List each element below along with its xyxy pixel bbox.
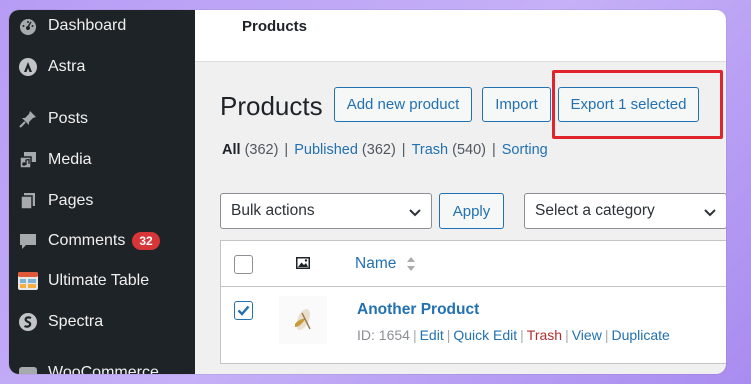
add-new-product-button[interactable]: Add new product (334, 87, 472, 122)
sidebar-item-label: Ultimate Table (48, 272, 150, 289)
filter-all[interactable]: All (222, 142, 241, 158)
trash-link[interactable]: Trash (527, 327, 562, 343)
sidebar-item-ultimate-table[interactable]: Ultimate Table (9, 261, 195, 301)
import-button[interactable]: Import (482, 87, 551, 122)
row-actions: ID: 1654 | Edit | Quick Edit | Trash | View | Dupl… (357, 327, 670, 343)
sidebar-item-posts[interactable]: Posts (9, 99, 195, 139)
page-title: Products (220, 91, 323, 121)
edit-link[interactable]: Edit (420, 327, 444, 343)
separator: | (284, 142, 289, 158)
separator: | (491, 142, 496, 158)
table-header: Name (221, 241, 726, 287)
sidebar-item-spectra[interactable]: Spectra (9, 302, 195, 342)
sidebar-item-label: WooCommerce (48, 364, 159, 374)
bulk-actions-value: Bulk actions (231, 202, 315, 219)
chevron-down-icon (704, 209, 716, 217)
astra-icon (17, 56, 39, 78)
pin-icon (17, 108, 39, 130)
product-title-link[interactable]: Another Product (357, 301, 479, 319)
sidebar-item-label: Dashboard (48, 17, 127, 34)
name-column-header[interactable]: Name (355, 255, 396, 273)
bulk-actions-select[interactable]: Bulk actions (220, 193, 432, 229)
table-icon (17, 270, 39, 292)
checkmark-icon (237, 305, 250, 316)
sidebar-item-label: Media (48, 151, 92, 168)
export-highlight-box (552, 70, 723, 139)
filter-all-count: (362) (244, 142, 279, 158)
sidebar-item-woocommerce[interactable]: WooCommerce (9, 353, 195, 374)
sidebar-item-label: Posts (48, 110, 89, 127)
dashboard-icon (17, 15, 39, 37)
filter-sorting[interactable]: Sorting (502, 142, 548, 158)
sidebar-item-pages[interactable]: Pages (9, 181, 195, 221)
duplicate-link[interactable]: Duplicate (611, 327, 669, 343)
admin-sidebar: Dashboard Astra Posts Media Pages Commen… (9, 10, 195, 374)
header-title: Products (242, 18, 308, 35)
sidebar-item-comments[interactable]: Comments 32 (9, 221, 195, 261)
media-icon (17, 149, 39, 171)
comments-count-badge: 32 (132, 232, 160, 250)
app-window: Dashboard Astra Posts Media Pages Commen… (9, 10, 726, 374)
filter-trash[interactable]: Trash (412, 142, 449, 158)
separator: | (401, 142, 406, 158)
comment-icon (17, 230, 39, 252)
view-link[interactable]: View (572, 327, 602, 343)
sidebar-item-label: Spectra (48, 313, 104, 330)
sidebar-item-dashboard[interactable]: Dashboard (9, 10, 195, 46)
quick-edit-link[interactable]: Quick Edit (453, 327, 517, 343)
top-header: Products (195, 10, 726, 62)
filter-trash-count: (540) (452, 142, 486, 158)
sort-icon[interactable] (405, 255, 417, 278)
chevron-down-icon (409, 209, 421, 217)
filter-published-count: (362) (361, 142, 396, 158)
sidebar-item-label: Astra (48, 58, 86, 75)
category-select[interactable]: Select a category (524, 193, 726, 229)
spectra-icon (17, 311, 39, 333)
product-thumbnail[interactable] (279, 296, 327, 344)
select-all-checkbox[interactable] (234, 255, 253, 274)
woo-icon (17, 362, 39, 374)
product-id: ID: 1654 (357, 327, 410, 343)
sidebar-item-media[interactable]: Media (9, 140, 195, 180)
filter-published[interactable]: Published (294, 142, 358, 158)
row-checkbox[interactable] (234, 301, 253, 320)
pages-icon (17, 190, 39, 212)
status-filter-links: All (362) | Published (362) | Trash (540) | So… (222, 142, 548, 158)
category-select-value: Select a category (535, 202, 655, 219)
sidebar-item-astra[interactable]: Astra (9, 47, 195, 87)
apply-button[interactable]: Apply (439, 193, 504, 229)
sidebar-item-label: Pages (48, 192, 94, 209)
image-column-icon (295, 255, 311, 276)
products-table: Name Another Product ID: 1654 | Edit | Quick… (220, 240, 726, 364)
sidebar-item-label: Comments (48, 232, 126, 249)
